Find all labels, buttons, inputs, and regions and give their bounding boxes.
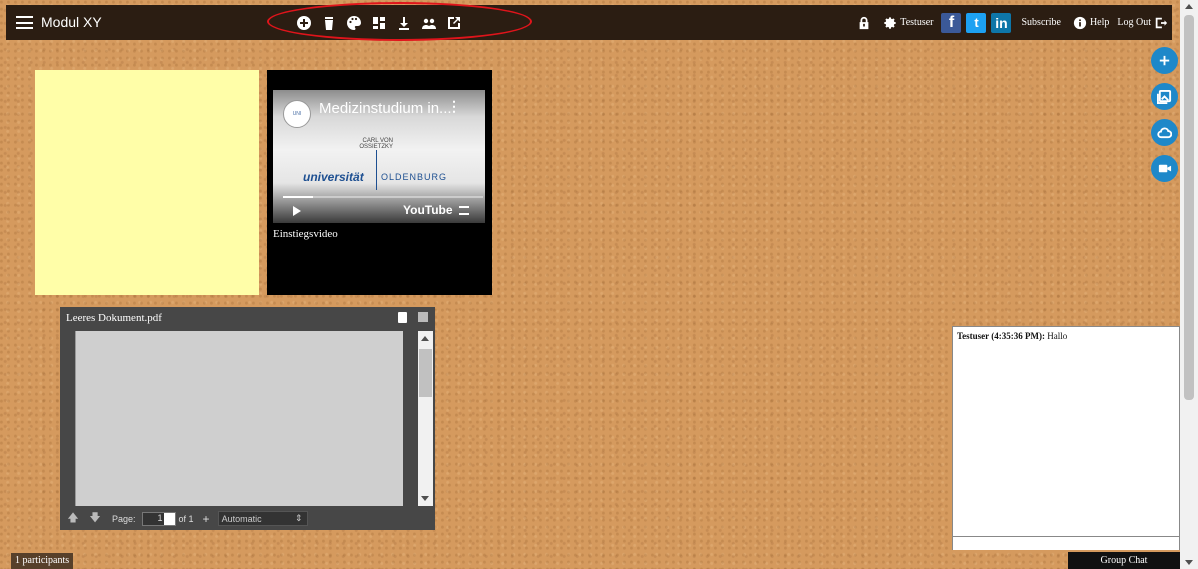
pdf-filename: Leeres Dokument.pdf — [66, 312, 162, 324]
plus-icon — [1159, 55, 1170, 66]
participants-badge: 1 participants — [11, 553, 74, 569]
chat-input[interactable] — [953, 536, 1179, 550]
linkedin-icon[interactable]: in — [991, 12, 1012, 33]
zoom-value: Automatic — [221, 513, 262, 524]
video-camera-icon — [1158, 164, 1172, 173]
page-number-value: 1 — [157, 512, 163, 523]
user-bar: Testuser f t in Subscribe Help Log Out — [857, 5, 1172, 40]
info-icon — [1073, 16, 1087, 29]
username: Testuser — [900, 17, 934, 28]
cloud-upload-button[interactable] — [1151, 119, 1178, 146]
scrollbar-thumb[interactable] — [1184, 15, 1194, 400]
user-settings[interactable]: Testuser — [883, 16, 933, 30]
channel-logo[interactable]: UNI — [283, 100, 311, 128]
palette-icon[interactable] — [341, 10, 366, 35]
fullscreen-icon[interactable] — [459, 206, 469, 215]
add-image-button[interactable] — [1151, 83, 1178, 110]
layout-icon[interactable] — [366, 10, 391, 35]
page-scrollbar[interactable] — [1180, 0, 1198, 569]
pdf-scroll-down-icon[interactable] — [421, 496, 429, 501]
more-vertical-icon[interactable]: ⋮ — [447, 98, 461, 115]
hamburger-menu-icon[interactable] — [16, 16, 33, 29]
scroll-down-icon[interactable] — [1185, 560, 1193, 565]
video-title[interactable]: Medizinstudium in... — [319, 100, 452, 117]
page-number-input[interactable]: 1 — [141, 511, 176, 526]
zoom-select[interactable]: Automatic ⇕ — [217, 511, 308, 526]
video-progress[interactable] — [283, 196, 483, 198]
lock-icon[interactable] — [857, 16, 871, 30]
pdf-page[interactable] — [75, 331, 403, 506]
image-gallery-icon — [1157, 89, 1172, 104]
gear-icon — [884, 16, 896, 29]
logout-label: Log Out — [1117, 17, 1151, 28]
app-title: Modul XY — [41, 14, 102, 30]
logout-link[interactable]: Log Out — [1117, 16, 1168, 30]
add-video-button[interactable] — [1151, 155, 1178, 182]
logout-icon — [1155, 17, 1168, 28]
scroll-up-icon[interactable] — [1185, 4, 1193, 9]
help-label: Help — [1089, 17, 1110, 28]
previous-page-icon[interactable]: 🡅 — [67, 512, 78, 524]
add-icon[interactable] — [291, 10, 316, 35]
zoom-in-icon[interactable]: + — [203, 512, 210, 526]
video-card[interactable]: UNI Medizinstudium in... ⋮ CARL VON OSSI… — [267, 70, 492, 295]
chat-message: Testuser (4:35:36 PM): Hallo — [957, 331, 1067, 341]
cloud-icon — [1157, 127, 1172, 139]
external-link-icon[interactable] — [441, 10, 466, 35]
pdf-toolbar: 🡅 🡇 Page: 1 of 1 + Automatic ⇕ — [60, 507, 435, 530]
university-name: universität — [303, 170, 364, 184]
university-subtitle: CARL VON OSSIETZKY — [359, 138, 393, 150]
board-toolbar — [291, 10, 466, 35]
select-arrow-icon: ⇕ — [295, 513, 303, 523]
chat-panel: Testuser (4:35:36 PM): Hallo — [952, 326, 1180, 550]
page-label: Page: — [112, 513, 136, 524]
subscribe-link[interactable]: Subscribe — [1021, 17, 1060, 28]
chat-text: Hallo — [1047, 331, 1068, 341]
download-icon[interactable] — [391, 10, 416, 35]
users-icon[interactable] — [416, 10, 441, 35]
page-spinner-icon[interactable] — [163, 512, 175, 525]
facebook-icon[interactable]: f — [941, 12, 962, 33]
add-widget-button[interactable] — [1151, 47, 1178, 74]
pdf-viewer[interactable]: Leeres Dokument.pdf 🡅 🡇 Page: 1 of 1 + A… — [60, 307, 435, 530]
trash-icon[interactable] — [316, 10, 341, 35]
pdf-trash-icon[interactable] — [398, 312, 407, 323]
youtube-logo[interactable]: YouTube — [403, 203, 453, 217]
top-bar: Modul XY Testuser f t in Subscribe Help … — [6, 5, 1172, 40]
logo-divider — [376, 150, 377, 190]
twitter-icon[interactable]: t — [966, 12, 987, 33]
video-caption: Einstiegsvideo — [273, 228, 338, 240]
pdf-scrollbar-thumb[interactable] — [419, 349, 432, 397]
help-link[interactable]: Help — [1073, 16, 1109, 30]
page-count: of 1 — [178, 513, 194, 524]
chat-sender: Testuser (4:35:36 PM): — [957, 331, 1045, 341]
sticky-note[interactable] — [35, 70, 259, 295]
pdf-scroll-up-icon[interactable] — [421, 336, 429, 341]
pdf-save-icon[interactable] — [418, 312, 428, 322]
pdf-scrollbar[interactable] — [418, 331, 433, 506]
video-player[interactable]: UNI Medizinstudium in... ⋮ CARL VON OSSI… — [273, 90, 485, 223]
play-icon[interactable] — [293, 206, 301, 216]
group-chat-button[interactable]: Group Chat — [1068, 552, 1180, 569]
university-place: OLDENBURG — [381, 172, 448, 182]
next-page-icon[interactable]: 🡇 — [89, 512, 100, 524]
pdf-header: Leeres Dokument.pdf — [60, 307, 435, 329]
